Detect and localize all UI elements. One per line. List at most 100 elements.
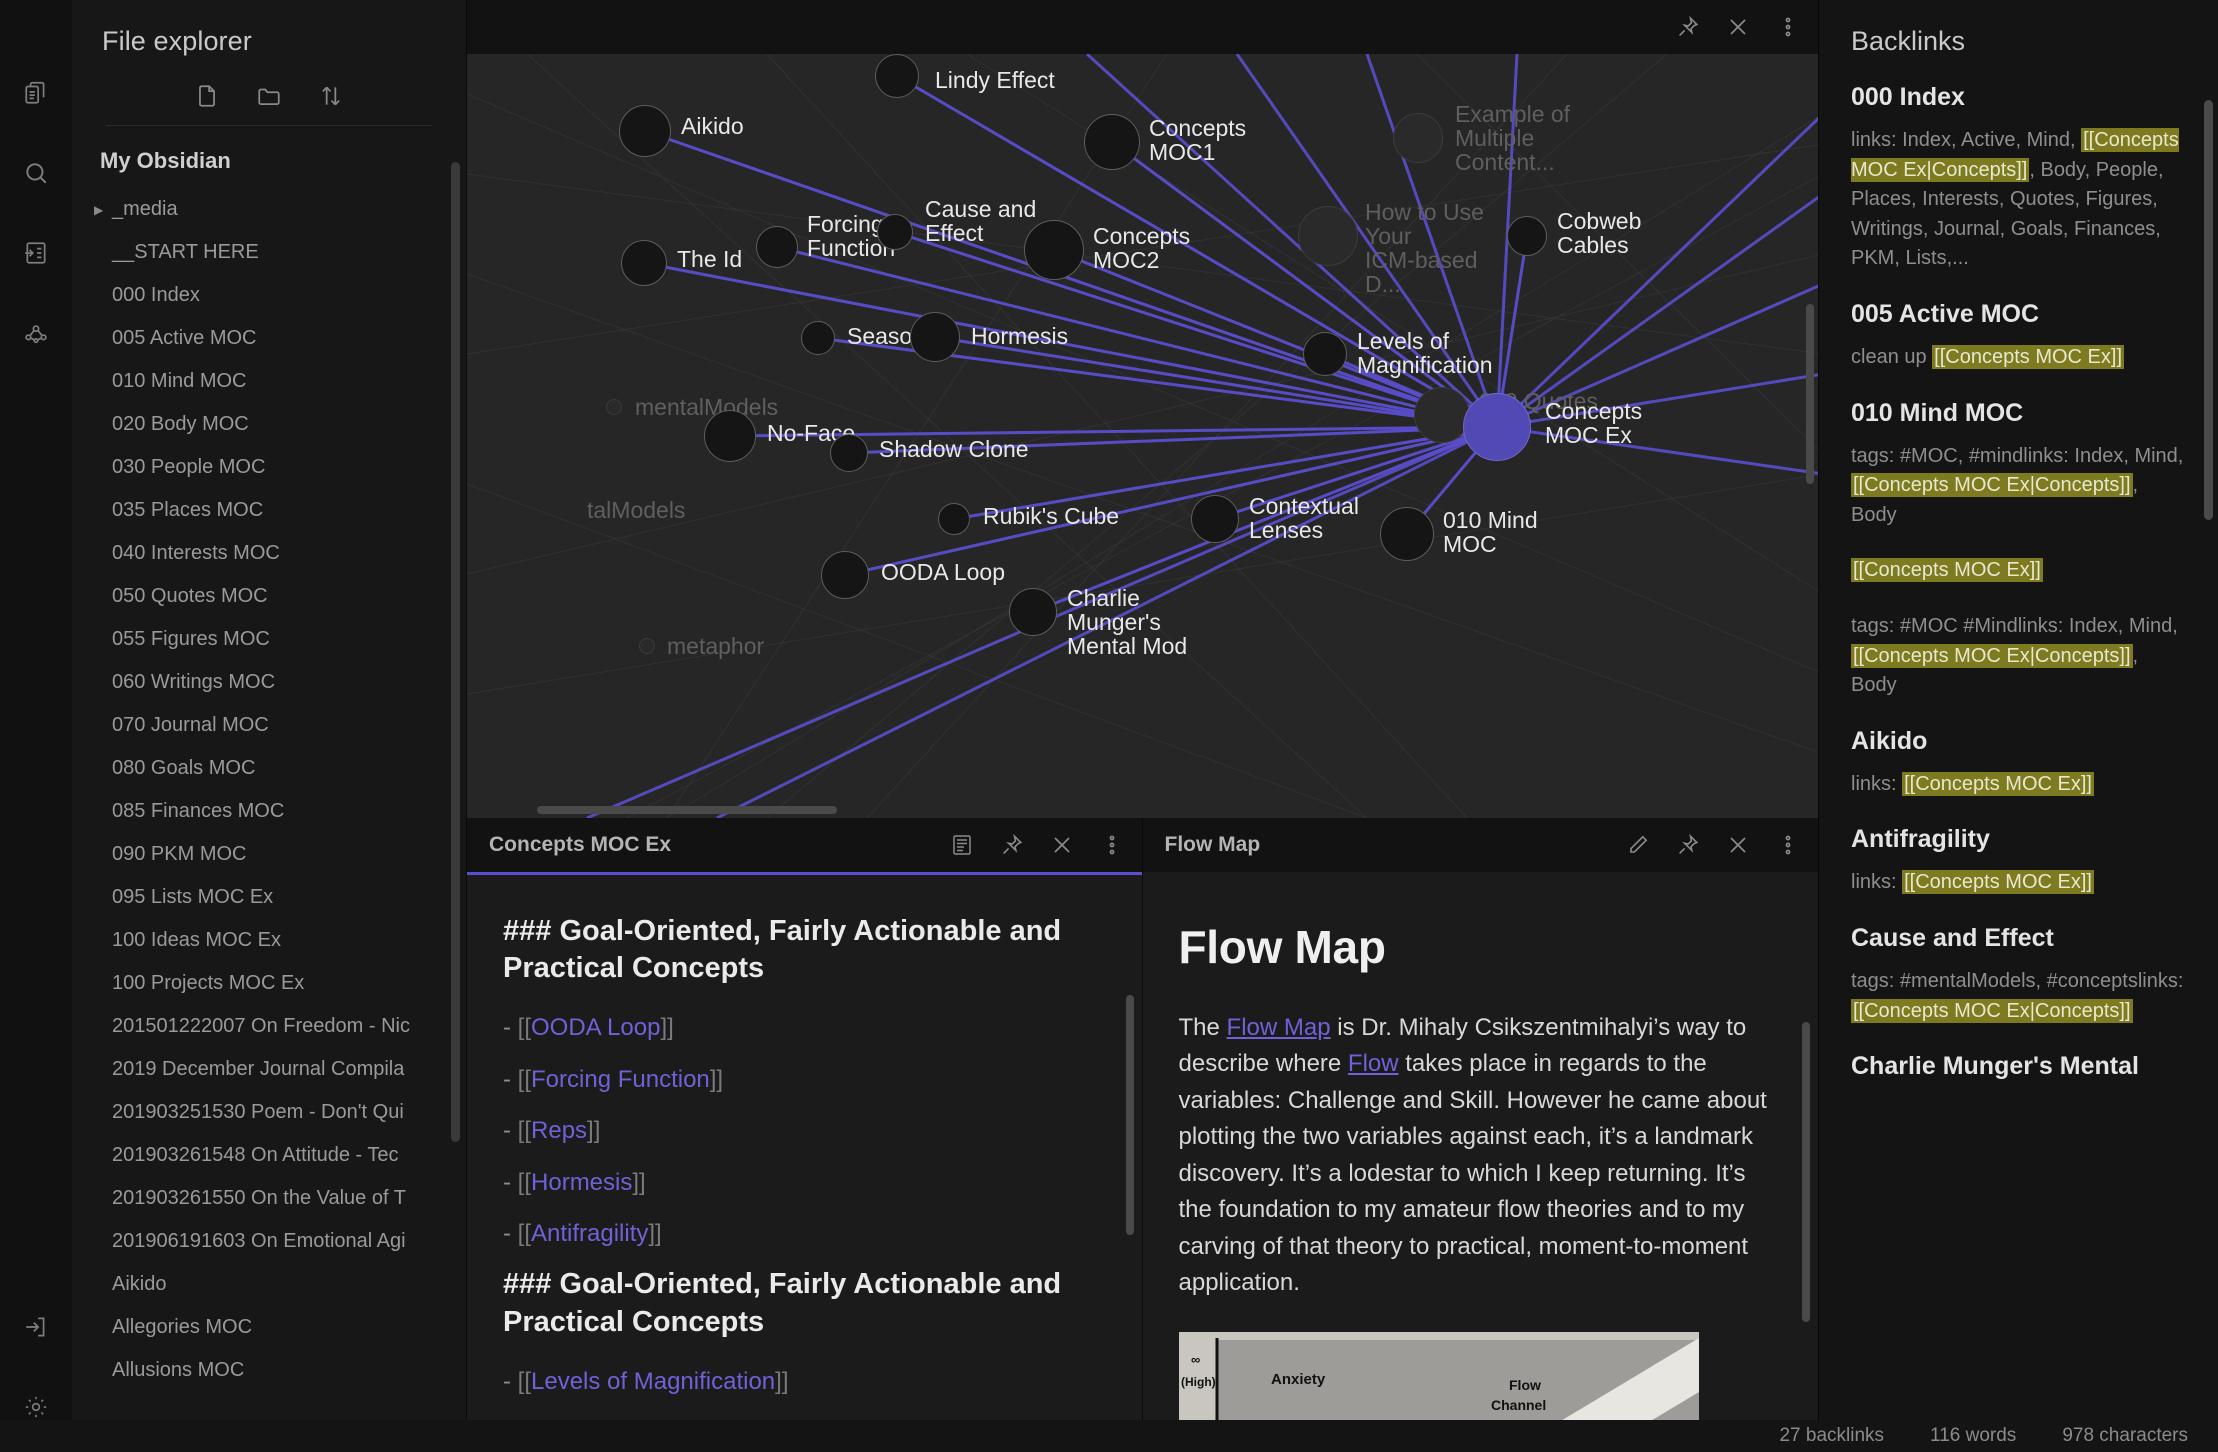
backlink-source-title[interactable]: 000 Index	[1851, 83, 2188, 112]
graph-node[interactable]	[910, 312, 960, 362]
file-list-item[interactable]: 201906191603 On Emotional Agi	[100, 1220, 466, 1263]
more-options-icon[interactable]	[1100, 833, 1124, 857]
pin-icon[interactable]	[1000, 833, 1024, 857]
graph-vertical-scrollbar[interactable]	[1806, 304, 1814, 484]
file-list-item[interactable]: 080 Goals MOC	[100, 747, 466, 790]
internal-link[interactable]: Flow	[1348, 1050, 1399, 1077]
graph-node[interactable]	[801, 321, 835, 355]
backlink-item[interactable]: Aikidolinks: [[Concepts MOC Ex]]	[1819, 727, 2218, 800]
file-list-item[interactable]: 005 Active MOC	[100, 317, 466, 360]
graph-node[interactable]	[1507, 216, 1547, 256]
pin-icon[interactable]	[1676, 15, 1700, 39]
sort-icon[interactable]	[318, 83, 344, 109]
graph-node[interactable]	[875, 54, 919, 98]
file-list[interactable]: ▶_media__START HERE000 Index005 Active M…	[72, 188, 466, 1452]
backlink-item[interactable]: [[Concepts MOC Ex]]	[1819, 556, 2218, 586]
internal-link[interactable]: Antifragility	[531, 1220, 648, 1247]
graph-node[interactable]	[1191, 495, 1239, 543]
graph-node[interactable]	[704, 410, 756, 462]
backlink-item[interactable]: 000 Indexlinks: Index, Active, Mind, [[C…	[1819, 83, 2218, 274]
file-list-item[interactable]: __START HERE	[100, 231, 466, 274]
file-list-item[interactable]: 055 Figures MOC	[100, 618, 466, 661]
graph-icon[interactable]	[13, 310, 59, 356]
file-list-item[interactable]: 050 Quotes MOC	[100, 575, 466, 618]
explorer-vertical-scrollbar[interactable]	[451, 162, 460, 1142]
graph-panel-body[interactable]: AikidoLindy EffectConcepts MOC1Example o…	[467, 54, 1818, 818]
backlink-item[interactable]: tags: #MOC #Mindlinks: Index, Mind, [[Co…	[1819, 612, 2218, 701]
graph-node[interactable]	[756, 226, 798, 268]
internal-link[interactable]: Forcing Function	[531, 1066, 710, 1093]
file-list-item[interactable]: 095 Lists MOC Ex	[100, 876, 466, 919]
note-right-content[interactable]: Flow Map The Flow Map is Dr. Mihaly Csik…	[1143, 872, 1819, 1452]
graph-canvas[interactable]: AikidoLindy EffectConcepts MOC1Example o…	[467, 54, 1818, 818]
file-list-item[interactable]: 201903261550 On the Value of T	[100, 1177, 466, 1220]
file-list-item[interactable]: 201903261548 On Attitude - Tec	[100, 1134, 466, 1177]
file-list-item[interactable]: Allegories MOC	[100, 1306, 466, 1349]
file-list-item[interactable]: 2019 December Journal Compila	[100, 1048, 466, 1091]
graph-node[interactable]	[821, 551, 869, 599]
backlink-source-title[interactable]: Cause and Effect	[1851, 924, 2188, 953]
backlink-source-title[interactable]: Aikido	[1851, 727, 2188, 756]
quick-switcher-icon[interactable]	[13, 230, 59, 276]
file-list-item[interactable]: 100 Ideas MOC Ex	[100, 919, 466, 962]
internal-link[interactable]: Flow Map	[1227, 1014, 1331, 1041]
file-list-item[interactable]: ▶_media	[100, 188, 466, 231]
graph-node[interactable]	[1084, 114, 1140, 170]
graph-node[interactable]	[1303, 332, 1347, 376]
backlink-item[interactable]: Antifragilitylinks: [[Concepts MOC Ex]]	[1819, 825, 2218, 898]
file-list-item[interactable]: Allusions MOC	[100, 1349, 466, 1392]
file-list-item[interactable]: 000 Index	[100, 274, 466, 317]
new-folder-icon[interactable]	[256, 83, 282, 109]
note-right-body[interactable]: Flow Map The Flow Map is Dr. Mihaly Csik…	[1143, 872, 1819, 1452]
backlink-source-title[interactable]: Antifragility	[1851, 825, 2188, 854]
graph-node[interactable]	[1380, 507, 1434, 561]
backlink-item[interactable]: 010 Mind MOCtags: #MOC, #mindlinks: Inde…	[1819, 399, 2218, 531]
graph-node[interactable]	[938, 503, 970, 535]
backlink-source-title[interactable]: Charlie Munger's Mental	[1851, 1052, 2188, 1081]
file-list-item[interactable]: 030 People MOC	[100, 446, 466, 489]
graph-node[interactable]	[1024, 220, 1084, 280]
note-left-content[interactable]: ### Goal-Oriented, Fairly Actionable and…	[467, 875, 1142, 1452]
pin-icon[interactable]	[1676, 833, 1700, 857]
graph-node[interactable]	[621, 240, 667, 286]
file-list-item[interactable]: 035 Places MOC	[100, 489, 466, 532]
close-icon[interactable]	[1050, 833, 1074, 857]
graph-node[interactable]	[1009, 588, 1057, 636]
file-list-item[interactable]: 085 Finances MOC	[100, 790, 466, 833]
internal-link[interactable]: Hormesis	[531, 1169, 632, 1196]
open-vault-icon[interactable]	[13, 1304, 59, 1350]
backlinks-list[interactable]: 000 Indexlinks: Index, Active, Mind, [[C…	[1819, 83, 2218, 1081]
file-list-item[interactable]: 010 Mind MOC	[100, 360, 466, 403]
close-icon[interactable]	[1726, 15, 1750, 39]
file-list-item[interactable]: 040 Interests MOC	[100, 532, 466, 575]
graph-horizontal-scrollbar[interactable]	[537, 806, 837, 814]
more-options-icon[interactable]	[1776, 15, 1800, 39]
graph-node[interactable]	[1414, 387, 1470, 443]
internal-link[interactable]: OODA Loop	[531, 1014, 660, 1041]
search-icon[interactable]	[13, 150, 59, 196]
reading-view-icon[interactable]	[950, 833, 974, 857]
graph-node[interactable]	[639, 638, 655, 654]
backlink-item[interactable]: 005 Active MOCclean up [[Concepts MOC Ex…	[1819, 300, 2218, 373]
graph-node[interactable]	[830, 434, 868, 472]
graph-node[interactable]	[1393, 113, 1443, 163]
edit-icon[interactable]	[1626, 833, 1650, 857]
internal-link[interactable]: Levels of Magnification	[531, 1368, 775, 1395]
file-list-item[interactable]: Aikido	[100, 1263, 466, 1306]
graph-node[interactable]	[1298, 206, 1358, 266]
internal-link[interactable]: Reps	[531, 1117, 587, 1144]
graph-node[interactable]	[619, 105, 671, 157]
backlinks-scrollbar[interactable]	[2204, 100, 2213, 520]
file-list-item[interactable]: 060 Writings MOC	[100, 661, 466, 704]
file-list-item[interactable]: 201903251530 Poem - Don't Qui	[100, 1091, 466, 1134]
note-right-scrollbar[interactable]	[1802, 1022, 1810, 1322]
backlink-item[interactable]: Charlie Munger's Mental	[1819, 1052, 2218, 1081]
graph-node[interactable]	[606, 399, 622, 415]
backlink-source-title[interactable]: 010 Mind MOC	[1851, 399, 2188, 428]
file-list-item[interactable]: 201501222007 On Freedom - Nic	[100, 1005, 466, 1048]
backlink-item[interactable]: Cause and Effecttags: #mentalModels, #co…	[1819, 924, 2218, 1026]
graph-node[interactable]	[877, 214, 913, 250]
backlink-source-title[interactable]: 005 Active MOC	[1851, 300, 2188, 329]
close-icon[interactable]	[1726, 833, 1750, 857]
files-icon[interactable]	[13, 70, 59, 116]
